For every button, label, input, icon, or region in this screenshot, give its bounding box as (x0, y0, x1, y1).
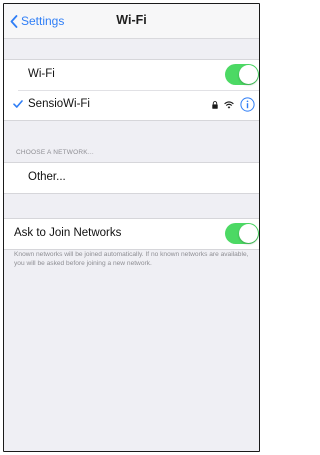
wifi-toggle[interactable] (225, 64, 259, 85)
connected-network-row[interactable]: SensioWi-Fi (4, 90, 259, 120)
ask-to-join-row: Ask to Join Networks (4, 219, 259, 249)
navigation-bar: Settings Wi-Fi (4, 4, 259, 39)
settings-screen: Settings Wi-Fi Wi-Fi SensioWi-Fi CHOOSE … (3, 3, 260, 452)
info-icon[interactable] (240, 97, 255, 112)
ask-to-join-toggle[interactable] (225, 223, 259, 244)
page-title: Wi-Fi (116, 13, 147, 27)
wifi-toggle-row: Wi-Fi (4, 60, 259, 90)
wifi-group: Wi-Fi SensioWi-Fi (4, 59, 259, 121)
ask-to-join-description: Known networks will be joined automatica… (14, 251, 249, 267)
wifi-toggle-label: Wi-Fi (28, 68, 55, 80)
other-network-label: Other... (28, 171, 66, 183)
ask-to-join-toggle-knob (239, 224, 258, 243)
checkmark-icon (13, 100, 23, 108)
other-networks-group: Other... (4, 162, 259, 194)
ask-to-join-group: Ask to Join Networks (4, 218, 259, 250)
wifi-toggle-knob (239, 65, 258, 84)
lock-icon (212, 100, 218, 109)
network-status-icons (212, 97, 255, 112)
ask-to-join-label: Ask to Join Networks (14, 227, 122, 239)
other-network-row[interactable]: Other... (4, 163, 259, 193)
connected-network-name: SensioWi-Fi (28, 98, 90, 110)
wifi-signal-icon (224, 100, 234, 109)
choose-network-header: CHOOSE A NETWORK... (16, 149, 94, 156)
